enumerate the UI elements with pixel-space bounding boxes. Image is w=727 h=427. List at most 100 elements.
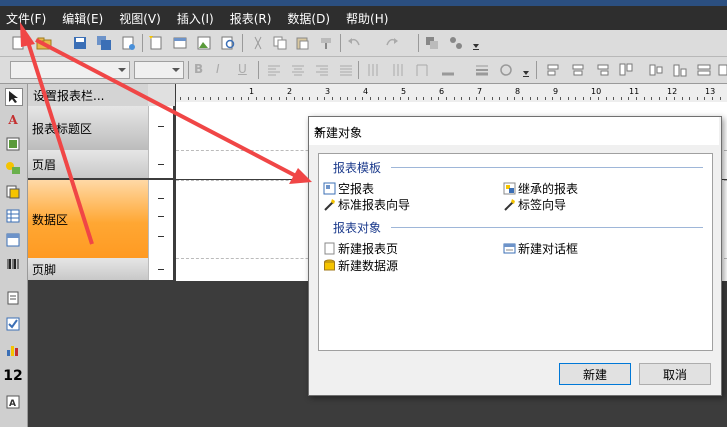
number-tool-icon[interactable]: 12 [2,368,24,384]
same-width-icon[interactable] [718,62,727,78]
same-size-icon[interactable] [696,62,712,78]
subreport-tool-icon[interactable] [5,184,21,200]
frame-top-icon[interactable] [414,62,430,78]
align-center-icon[interactable] [290,62,306,78]
connect-icon[interactable] [448,35,464,51]
align-objects-left-icon[interactable] [546,62,562,78]
align-left-icon[interactable] [266,62,282,78]
line-color-icon[interactable] [440,62,456,78]
save-all-icon[interactable] [96,35,112,51]
dialog-title-bar: 新建对象 ✕ [309,117,719,145]
cut-icon[interactable] [250,35,266,51]
table-tool-icon[interactable] [5,208,21,224]
object-new-dialog[interactable]: 新建对话框 [503,240,578,257]
band-report-title-label: 报表标题区 [32,121,93,136]
text-tool-icon[interactable]: A [5,112,21,128]
justify-icon[interactable] [338,62,354,78]
align-objects-right-icon[interactable] [594,62,610,78]
undo-icon[interactable] [346,35,362,51]
memo-tool-icon[interactable] [5,290,21,306]
template-blank-report[interactable]: 空报表 [323,180,374,197]
template-label-wizard-label: 标签向导 [518,198,567,212]
group-icon[interactable] [424,35,440,51]
font-size-select[interactable] [134,61,184,79]
line-style-icon[interactable] [474,62,490,78]
new-page-icon[interactable] [148,35,164,51]
vertical-ruler-footer [148,258,173,280]
frame-left-icon[interactable] [366,62,382,78]
rotate-icon[interactable] [498,62,514,78]
menu-insert[interactable]: 插入(I) [171,10,220,27]
ruler-tick-mark [651,97,653,100]
menu-file[interactable]: 文件(F) [0,10,52,27]
open-folder-icon[interactable] [36,35,52,51]
font-name-select[interactable] [10,61,130,79]
ruler-tick-mark [256,97,257,100]
checkbox-tool-icon[interactable] [5,316,21,332]
ruler-tick-mark [567,97,569,100]
chart-tool-icon[interactable] [5,342,21,358]
template-standard-wizard-label: 标准报表向导 [338,198,411,212]
align-objects-center-icon[interactable] [570,62,586,78]
save-icon[interactable] [72,35,88,51]
menu-report[interactable]: 报表(R) [224,10,278,27]
menu-edit[interactable]: 编辑(E) [56,10,109,27]
object-new-report-page[interactable]: 新建报表页 [323,240,398,257]
pointer-tool-icon[interactable] [5,88,23,106]
ruler-tick-mark [408,97,409,100]
align-objects-bottom-icon[interactable] [672,62,688,78]
toolbar-separator [536,61,537,79]
ruler-tick-mark [499,97,501,100]
object-new-datasource-label: 新建数据源 [338,259,399,273]
object-toolbox: A 12 A [0,84,28,427]
ruler-tick-mark [362,97,364,100]
object-new-datasource[interactable]: 新建数据源 [323,257,398,274]
toolbar-overflow-icon[interactable] [472,40,480,56]
ruler-tick-mark [210,97,212,100]
template-inherited-report[interactable]: 继承的报表 [503,180,578,197]
menu-help[interactable]: 帮助(H) [340,10,394,27]
ruler-tick-mark [225,97,227,100]
ruler-tick-mark [430,97,432,100]
underline-icon[interactable]: U [238,62,254,78]
cancel-button[interactable]: 取消 [639,363,711,385]
vertical-ruler-data [148,180,173,258]
ruler-tick-mark [636,97,637,100]
band-page-footer[interactable]: 页脚 [28,258,148,280]
image-icon[interactable] [196,35,212,51]
align-right-icon[interactable] [314,62,330,78]
ruler-tick-label: 9 [553,87,559,96]
menu-view[interactable]: 视图(V) [113,10,167,27]
picture-tool-icon[interactable] [5,136,21,152]
page-setup-icon[interactable] [120,35,136,51]
menu-data[interactable]: 数据(D) [281,10,336,27]
template-label-wizard[interactable]: 标签向导 [503,196,566,213]
shape-tool-icon[interactable] [5,160,21,176]
bold-icon[interactable]: B [194,62,210,78]
band-page-header[interactable]: 页眉 [28,150,148,178]
ruler-tick-mark [347,97,349,100]
italic-icon[interactable]: I [216,62,232,78]
ruler-tick-mark [438,97,440,100]
new-dialog-icon[interactable] [172,35,188,51]
ruler-tick-mark [484,97,485,100]
new-button[interactable]: 新建 [559,363,631,385]
band-report-title[interactable]: 报表标题区 [28,106,148,150]
cross-tab-tool-icon[interactable] [5,232,21,248]
text-object-tool-icon[interactable]: A [5,394,21,410]
close-icon[interactable]: ✕ [314,124,711,138]
paste-icon[interactable] [294,35,310,51]
align-objects-top-icon[interactable] [618,62,634,78]
dialog-form-icon [503,243,516,254]
align-objects-middle-icon[interactable] [648,62,664,78]
copy-icon[interactable] [272,35,288,51]
barcode-tool-icon[interactable] [5,256,21,272]
redo-icon[interactable] [384,35,400,51]
toolbar-overflow-icon[interactable] [522,67,530,83]
new-file-icon[interactable] [10,35,26,51]
preview-icon[interactable] [220,35,236,51]
template-standard-wizard[interactable]: 标准报表向导 [323,196,410,213]
band-data[interactable]: 数据区 [28,180,148,258]
frame-right-icon[interactable] [390,62,406,78]
format-painter-icon[interactable] [318,35,334,51]
